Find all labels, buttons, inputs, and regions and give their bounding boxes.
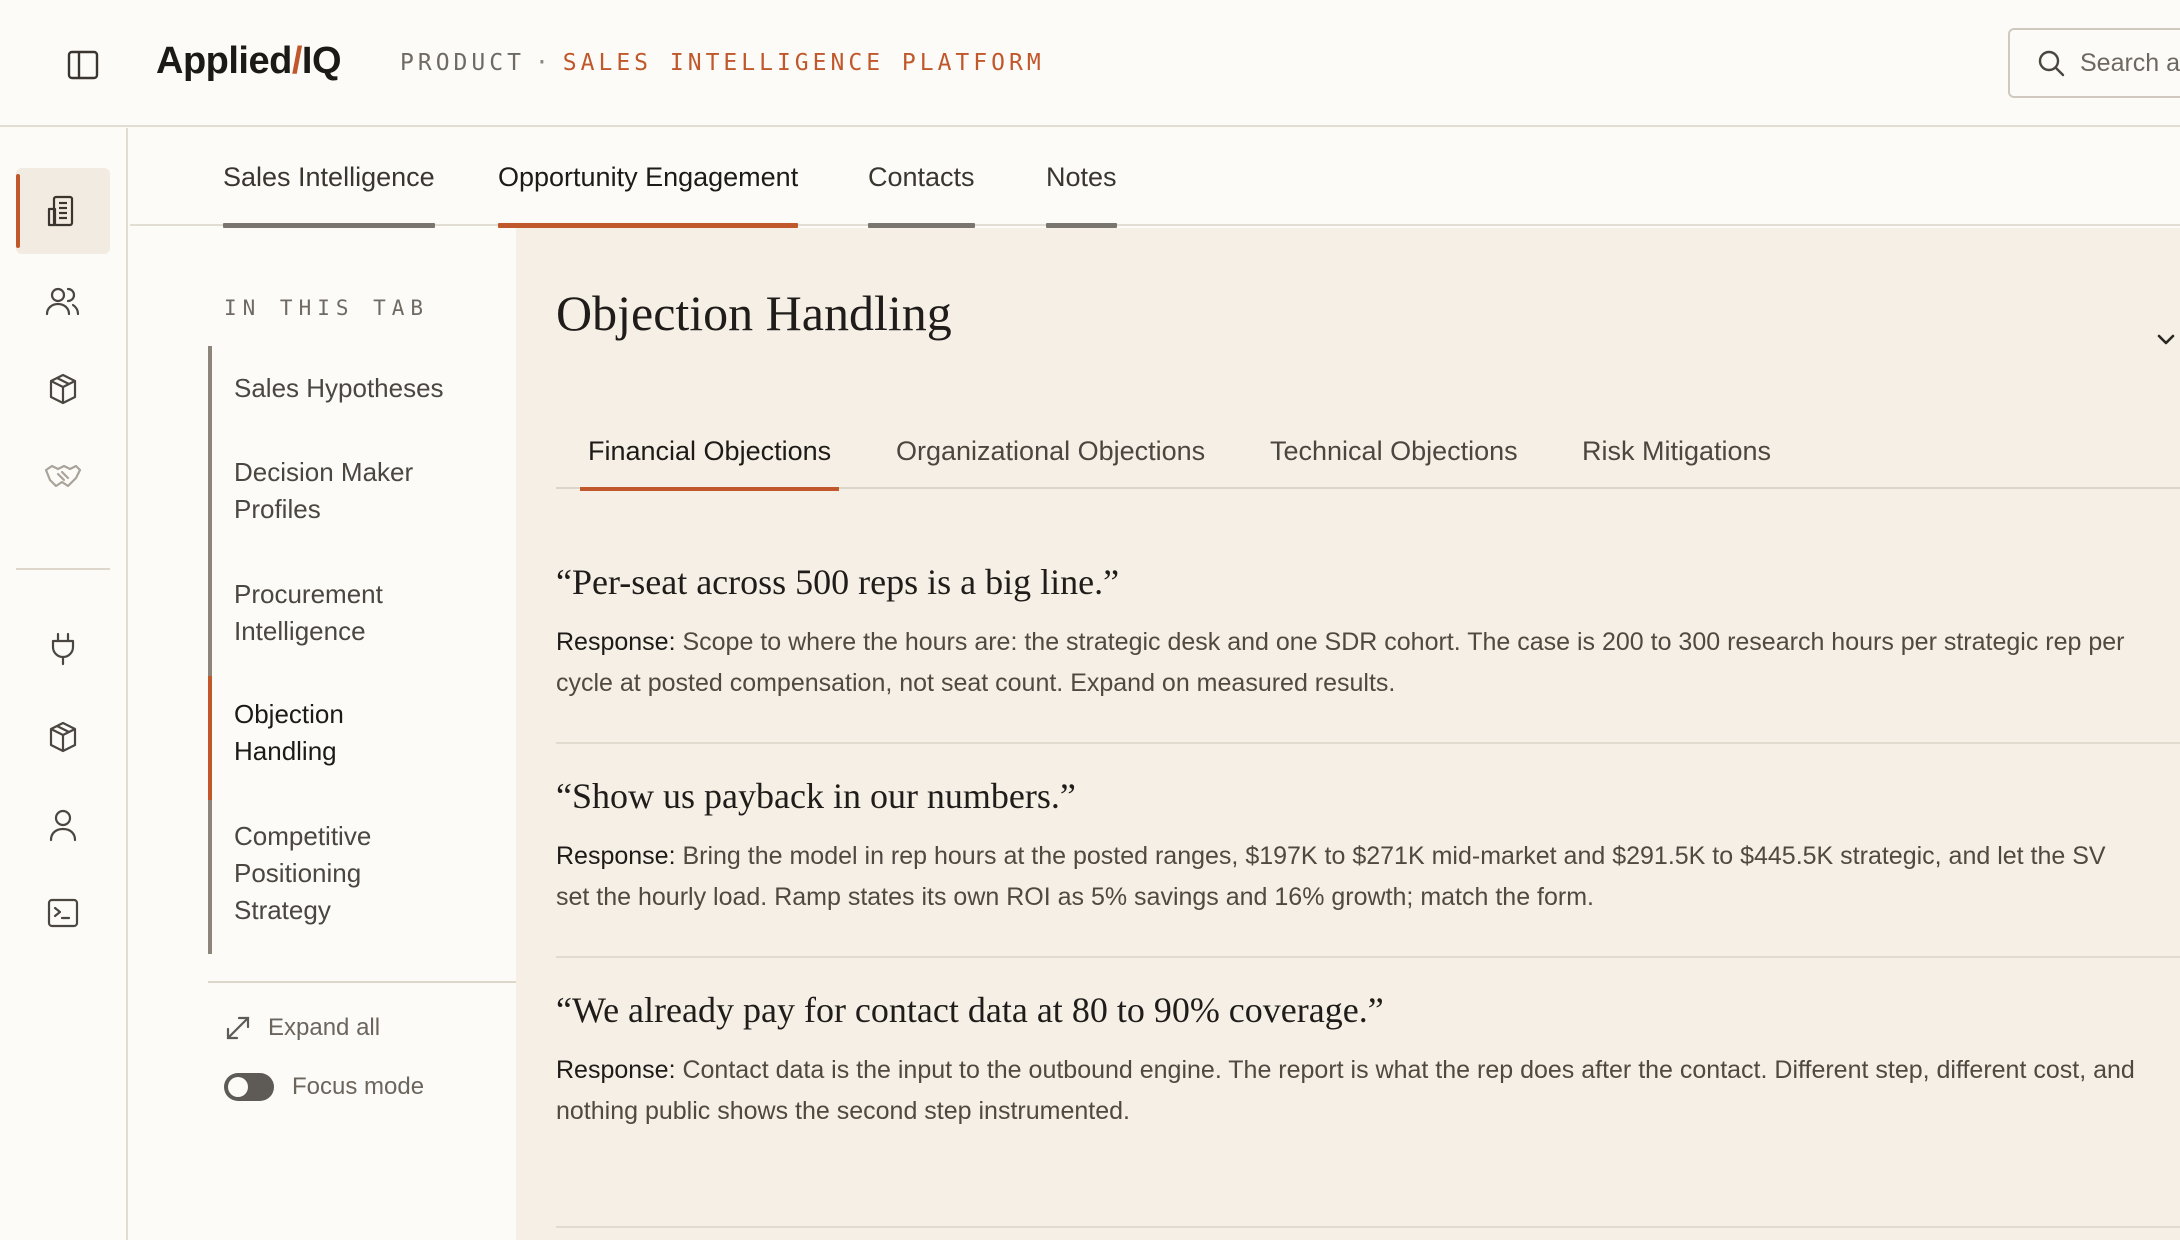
expand-icon: [226, 1016, 250, 1040]
rail-item-profile[interactable]: [16, 782, 110, 868]
nav-item-label: Procurement: [234, 579, 383, 609]
nav-item-label: Competitive: [234, 821, 372, 851]
user-icon: [49, 809, 77, 842]
tab-notes[interactable]: Notes: [1046, 128, 1117, 228]
response-text: Scope to where the hours are: the strate…: [675, 628, 2125, 656]
search-input[interactable]: [2080, 48, 2180, 78]
tab-opportunity-engagement[interactable]: Opportunity Engagement: [498, 128, 799, 228]
app-logo[interactable]: Applied/IQ: [156, 40, 342, 90]
collapse-section-button[interactable]: [2146, 320, 2180, 360]
objection-quote: “Show us payback in our numbers.”: [556, 776, 1076, 816]
objection-response: Response: Scope to where the hours are: …: [556, 622, 2180, 704]
objection-quote: “Per-seat across 500 reps is a big line.…: [556, 562, 1120, 602]
nav-item-decision-maker-profiles[interactable]: Decision Maker Profiles: [234, 454, 474, 528]
terminal-icon: [47, 898, 79, 928]
main-tabs: Sales Intelligence Opportunity Engagemen…: [130, 128, 2180, 228]
icon-rail: [0, 128, 128, 1240]
rail-item-partners[interactable]: [16, 434, 110, 520]
objection-response: Response: Bring the model in rep hours a…: [556, 836, 2180, 918]
nav-item-label: Profiles: [234, 494, 321, 524]
subtab-technical-objections[interactable]: Technical Objections: [1270, 406, 1518, 489]
top-header: Applied/IQ PRODUCT · SALES INTELLIGENCE PL…: [0, 0, 2180, 127]
response-label: Response:: [556, 1056, 676, 1084]
breadcrumb-product: PRODUCT: [400, 50, 525, 76]
logo-slash: /: [291, 40, 303, 82]
rail-divider: [16, 568, 110, 570]
search-icon: [2038, 50, 2065, 77]
response-text: Contact data is the input to the outboun…: [675, 1056, 2135, 1084]
nav-item-label: Decision Maker: [234, 457, 414, 487]
section-title: Objection Handling: [556, 285, 952, 341]
nav-item-label: Strategy: [234, 895, 331, 925]
rail-item-console[interactable]: [16, 870, 110, 956]
logo-main: Applied: [156, 40, 292, 82]
rail-item-integrations[interactable]: [16, 606, 110, 692]
subtab-risk-mitigations[interactable]: Risk Mitigations: [1582, 406, 1771, 489]
nav-item-label: Sales Hypotheses: [234, 373, 444, 403]
rail-item-accounts[interactable]: [16, 168, 110, 254]
rail-item-products[interactable]: [16, 346, 110, 432]
building-icon: [47, 195, 74, 227]
breadcrumb-platform: SALES INTELLIGENCE PLATFORM: [562, 50, 1045, 76]
nav-list: Sales Hypotheses Decision Maker Profiles…: [208, 346, 478, 954]
users-icon: [45, 287, 80, 316]
nav-item-label: Positioning: [234, 858, 362, 888]
subtab-financial-objections[interactable]: Financial Objections: [579, 406, 840, 491]
nav-item-label: Handling: [234, 736, 337, 766]
response-text: set the hourly load. Ramp states its own…: [556, 883, 1594, 911]
focus-mode-label: Focus mode: [292, 1073, 425, 1100]
nav-heading: IN THIS TAB: [224, 296, 430, 320]
objection-response: Response: Contact data is the input to t…: [556, 1050, 2180, 1132]
nav-item-label: Objection: [234, 699, 344, 729]
logo-suffix: IQ: [301, 40, 342, 82]
breadcrumb: PRODUCT · SALES INTELLIGENCE PLATFORM: [400, 50, 1045, 76]
objection-quote: “We already pay for contact data at 80 t…: [556, 990, 1384, 1030]
plug-icon: [51, 632, 75, 666]
expand-all-label: Expand all: [268, 1014, 381, 1041]
objection-item: “Per-seat across 500 reps is a big line.…: [556, 560, 2180, 744]
search-box[interactable]: [2008, 28, 2180, 98]
toggle-knob: [228, 1077, 248, 1097]
rail-item-catalog[interactable]: [16, 694, 110, 780]
nav-active-indicator: [208, 676, 212, 800]
expand-all-button[interactable]: Expand all: [224, 1014, 380, 1042]
response-label: Response:: [556, 842, 676, 870]
response-label: Response:: [556, 628, 676, 656]
content-panel: Objection Handling Financial Objections …: [516, 228, 2180, 1240]
response-text: nothing public shows the second step ins…: [556, 1097, 1130, 1125]
response-text: Bring the model in rep hours at the post…: [675, 842, 2106, 870]
handshake-icon: [44, 464, 82, 488]
response-text: cycle at posted compensation, not seat c…: [556, 669, 1396, 697]
nav-item-procurement-intelligence[interactable]: Procurement Intelligence: [234, 576, 474, 650]
objection-subtabs: Financial Objections Organizational Obje…: [556, 406, 2180, 491]
nav-item-competitive-positioning-strategy[interactable]: Competitive Positioning Strategy: [234, 818, 474, 929]
tab-contacts[interactable]: Contacts: [868, 128, 975, 228]
rail-item-contacts[interactable]: [16, 258, 110, 344]
nav-item-objection-handling[interactable]: Objection Handling: [234, 696, 474, 770]
sidebar-toggle-icon[interactable]: [66, 48, 100, 82]
box-icon: [49, 373, 77, 405]
subtab-organizational-objections[interactable]: Organizational Objections: [896, 406, 1205, 489]
box-icon: [49, 721, 77, 753]
in-tab-nav: IN THIS TAB Sales Hypotheses Decision Ma…: [130, 228, 606, 1240]
focus-mode-toggle[interactable]: [224, 1073, 274, 1101]
breadcrumb-separator: ·: [534, 50, 553, 76]
objection-item: “Show us payback in our numbers.” Respon…: [556, 774, 2180, 958]
tab-sales-intelligence[interactable]: Sales Intelligence: [223, 128, 435, 228]
nav-item-sales-hypotheses[interactable]: Sales Hypotheses: [234, 370, 474, 407]
nav-item-label: Intelligence: [234, 616, 366, 646]
chevron-down-icon: [2157, 334, 2175, 345]
objection-item: “We already pay for contact data at 80 t…: [556, 988, 2180, 1228]
focus-mode-row: Focus mode: [224, 1073, 424, 1101]
